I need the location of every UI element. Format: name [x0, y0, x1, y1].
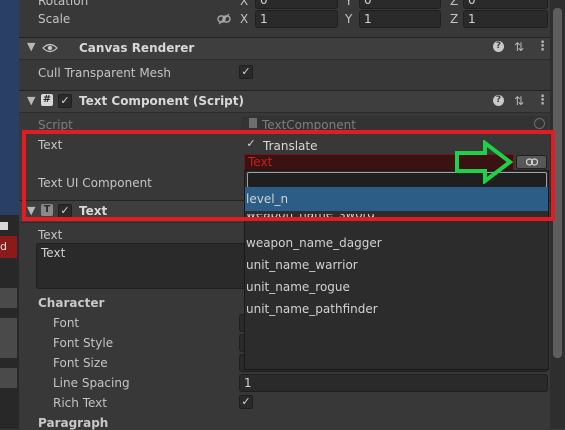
rotation-z-field[interactable]: 0: [463, 0, 548, 9]
foldout-arrow-icon[interactable]: ▼: [27, 40, 35, 53]
kebab-menu-icon[interactable]: ⋮: [536, 39, 549, 54]
preset-icon[interactable]: ⇅: [514, 40, 524, 54]
left-panel-row: [0, 318, 17, 338]
dropdown-item[interactable]: weapon_name_dagger: [246, 236, 382, 250]
text-component-title: Text Component (Script): [79, 94, 244, 108]
rotation-x-field[interactable]: 0: [255, 0, 338, 9]
left-panel-selection: [0, 0, 19, 215]
scale-z-field[interactable]: 1: [463, 10, 548, 28]
help-icon[interactable]: ?: [493, 41, 504, 52]
canvas-renderer-title: Canvas Renderer: [79, 41, 195, 55]
script-file-icon: [249, 118, 257, 128]
cull-transparent-mesh-label: Cull Transparent Mesh: [38, 66, 171, 80]
cull-transparent-mesh-checkbox[interactable]: ✓: [239, 65, 253, 79]
scale-x-field[interactable]: 1: [255, 10, 338, 28]
rich-text-label: Rich Text: [53, 396, 107, 410]
left-panel-row: [0, 338, 17, 358]
line-spacing-field[interactable]: 1: [239, 374, 548, 392]
rotation-y-field[interactable]: 0: [359, 0, 441, 9]
rotation-label: Rotation: [38, 0, 89, 8]
rich-text-checkbox[interactable]: ✓: [239, 395, 253, 409]
paragraph-section-label: Paragraph: [38, 416, 109, 430]
font-label: Font: [53, 316, 80, 330]
kebab-menu-icon[interactable]: ⋮: [536, 93, 549, 108]
green-arrow-icon: [455, 140, 513, 184]
left-panel-marker: [0, 222, 8, 230]
scale-z-axis: Z: [450, 12, 459, 26]
foldout-arrow-icon[interactable]: ▼: [27, 94, 35, 107]
preset-icon[interactable]: ⇅: [514, 94, 524, 108]
dropdown-item[interactable]: unit_name_warrior: [246, 258, 358, 272]
line-spacing-label: Line Spacing: [53, 376, 130, 390]
help-icon[interactable]: ?: [493, 95, 504, 106]
scale-y-axis: Y: [345, 12, 353, 26]
left-panel-row: [0, 368, 17, 388]
target-icon[interactable]: [534, 118, 545, 129]
link-icon[interactable]: [217, 13, 231, 25]
text-label: Text: [38, 228, 63, 242]
font-size-label: Font Size: [53, 356, 108, 370]
rotation-x-axis: X: [240, 0, 249, 8]
text-component-enabled-checkbox[interactable]: ✓: [58, 94, 72, 108]
script-hash-icon: #: [41, 94, 53, 106]
dropdown-item[interactable]: unit_name_pathfinder: [246, 302, 378, 316]
rotation-y-axis: Y: [345, 0, 353, 8]
scale-label: Scale: [38, 12, 71, 26]
rotation-z-axis: Z: [450, 0, 459, 8]
scale-y-field[interactable]: 1: [359, 10, 441, 28]
left-panel-error-label: d: [0, 236, 17, 258]
font-style-label: Font Style: [53, 336, 114, 350]
scale-x-axis: X: [240, 12, 249, 26]
character-section-label: Character: [38, 296, 105, 310]
eye-icon: [42, 43, 58, 53]
left-panel-row: [0, 288, 17, 308]
dropdown-item[interactable]: unit_name_rogue: [246, 280, 350, 294]
